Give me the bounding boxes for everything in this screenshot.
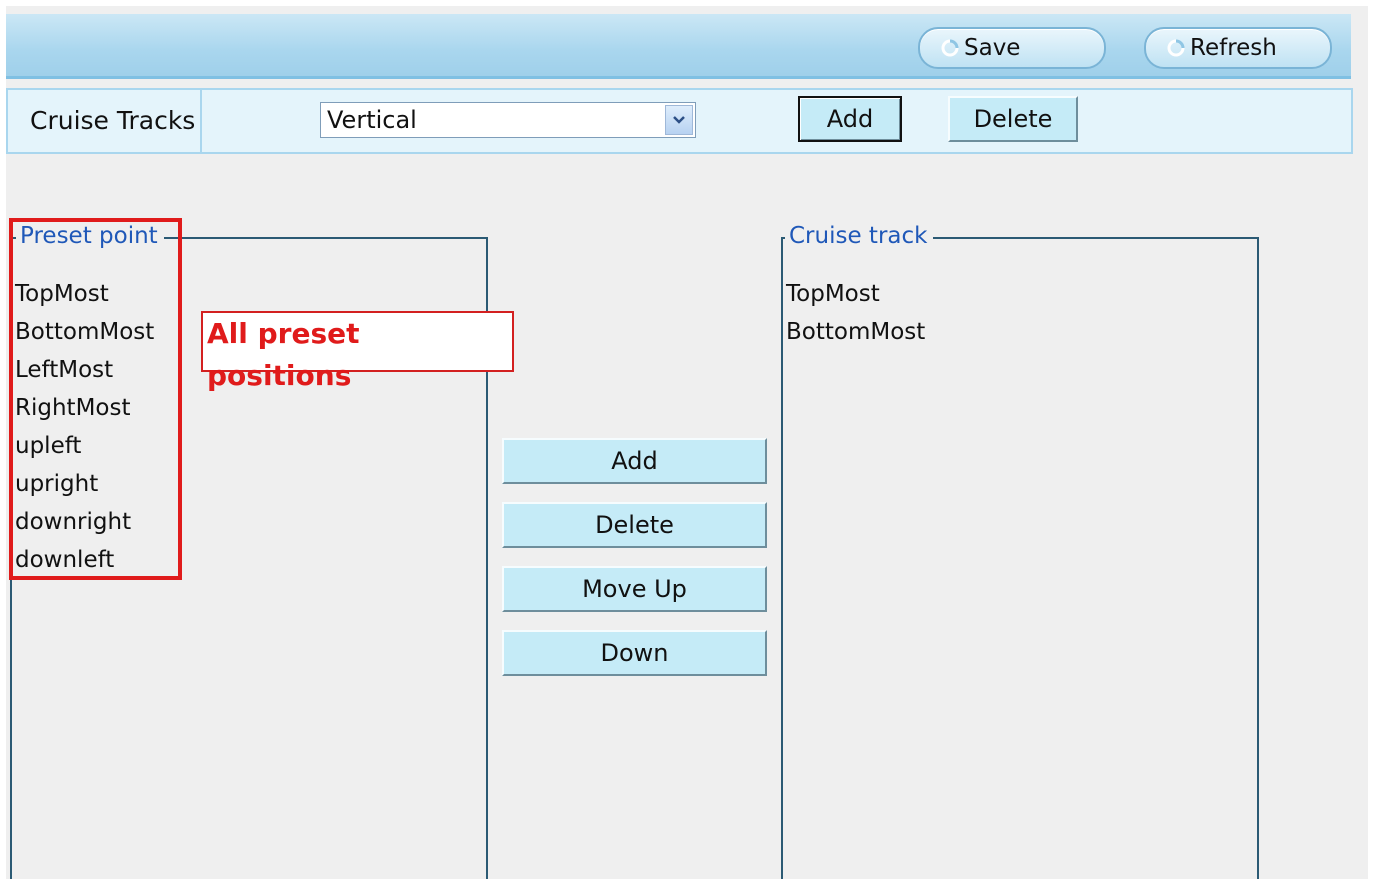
top-toolbar: Save Refresh: [6, 14, 1351, 79]
cruise-track-group: Cruise track TopMost BottomMost: [781, 223, 1259, 879]
annotation-callout: All preset positions: [201, 311, 514, 392]
cruise-track-item[interactable]: BottomMost: [786, 313, 925, 351]
cruise-track-list[interactable]: TopMost BottomMost: [786, 275, 925, 351]
cruise-track-legend: Cruise track: [785, 223, 934, 249]
cruise-tracks-row: Cruise Tracks Vertical Add Delete: [6, 88, 1353, 154]
chevron-down-icon[interactable]: [665, 105, 693, 135]
move-up-button[interactable]: Move Up: [502, 566, 767, 612]
cruise-tracks-label: Cruise Tracks: [8, 90, 202, 152]
refresh-button[interactable]: Refresh: [1144, 27, 1332, 69]
delete-track-button[interactable]: Delete: [948, 96, 1078, 142]
preset-highlight-box: [9, 218, 182, 580]
add-track-button[interactable]: Add: [798, 96, 902, 142]
add-to-cruise-button[interactable]: Add: [502, 438, 767, 484]
refresh-arrow-icon: [1166, 38, 1186, 58]
selected-track: Vertical: [327, 106, 417, 134]
refresh-arrow-icon: [940, 38, 960, 58]
move-down-button[interactable]: Down: [502, 630, 767, 676]
cruise-track-item[interactable]: TopMost: [786, 275, 925, 313]
cruise-track-select[interactable]: Vertical: [320, 102, 696, 138]
save-button[interactable]: Save: [918, 27, 1106, 69]
delete-from-cruise-button[interactable]: Delete: [502, 502, 767, 548]
refresh-label: Refresh: [1190, 35, 1277, 61]
save-label: Save: [964, 35, 1021, 61]
